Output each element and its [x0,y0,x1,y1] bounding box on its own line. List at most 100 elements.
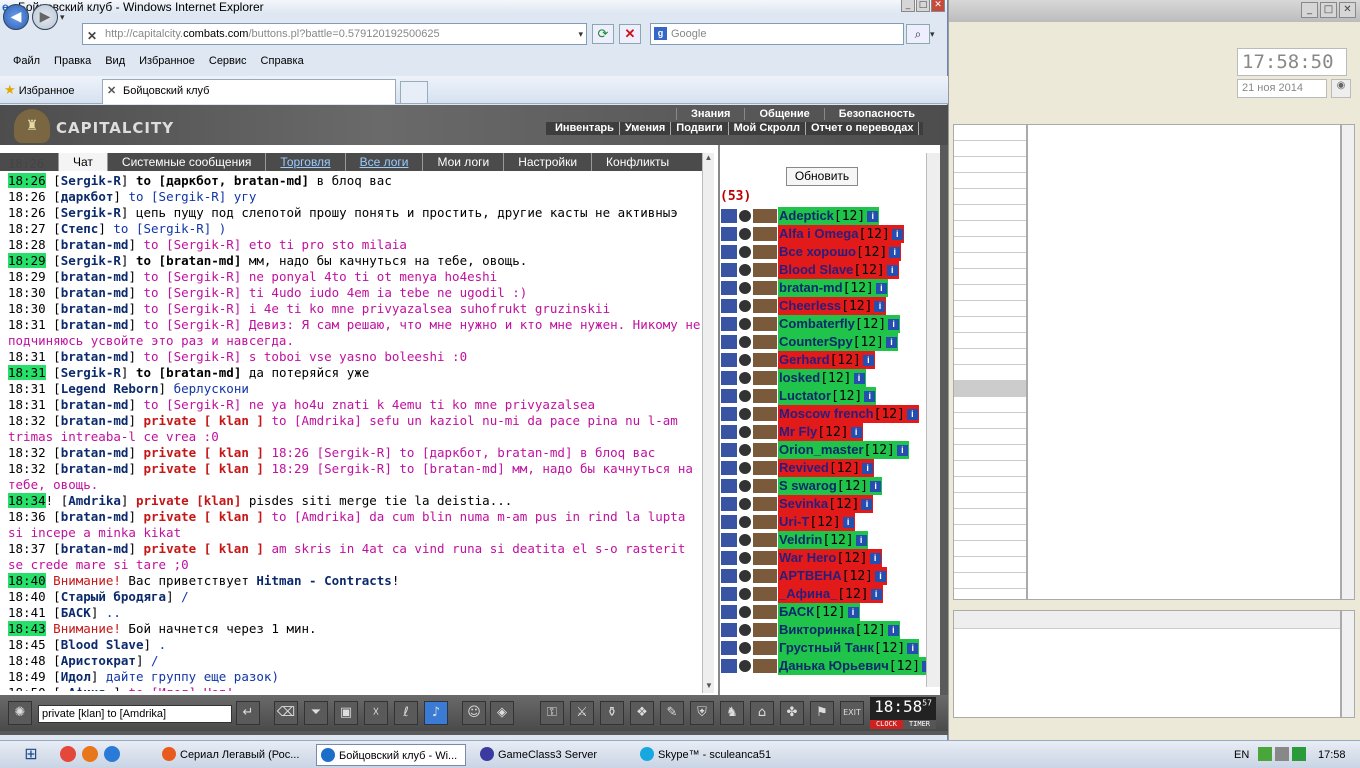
user-info-icon[interactable]: i [850,427,862,438]
user-name[interactable]: _Афина_[12] i [778,585,883,603]
bg-close-button[interactable]: ✕ [1339,2,1356,18]
ie-icon[interactable] [104,746,120,762]
chrome-icon[interactable] [60,746,76,762]
link-inventory[interactable]: Инвентарь [550,122,620,135]
browser-tab[interactable]: ✕ Бойцовский клуб [102,79,396,104]
stop-button[interactable]: ✕ [619,24,641,44]
bg-lower-scrollbar[interactable] [1341,610,1355,718]
flag-icon[interactable]: ⚑ [810,701,834,725]
bg-grid-row[interactable] [954,477,1026,493]
message-nick[interactable]: bratan-md [61,541,129,556]
message-time[interactable]: 18:29 [8,253,46,268]
bg-grid-row[interactable] [954,381,1026,397]
bg-grid-row[interactable] [954,349,1026,365]
chat-tab[interactable]: Системные сообщения [106,153,266,171]
bg-grid-row[interactable] [954,317,1026,333]
bg-grid-row[interactable] [954,189,1026,205]
user-info-icon[interactable]: i [886,265,898,276]
message-nick[interactable]: БАСК [61,605,91,620]
private-message-icon[interactable] [721,515,737,529]
bg-grid-row[interactable] [954,205,1026,221]
bg-date-select[interactable]: 21 ноя 2014 [1237,79,1327,98]
private-message-icon[interactable] [721,209,737,223]
user-name[interactable]: Uri-T[12] i [778,513,855,531]
menu-view[interactable]: Вид [98,52,132,72]
bg-minimize-button[interactable]: _ [1301,2,1318,18]
menu-tools[interactable]: Сервис [202,52,254,72]
user-info-icon[interactable]: i [862,463,874,474]
start-button[interactable]: ⊞ [6,743,56,767]
private-message-icon[interactable] [721,623,737,637]
user-info-icon[interactable]: i [874,571,886,582]
message-time[interactable]: 18:45 [8,637,46,652]
user-name[interactable]: Данька Юрьевич[12]i [778,657,935,675]
user-name[interactable]: Blood Slave[12] i [778,261,899,279]
user-info-icon[interactable]: i [907,643,919,654]
chat-tab[interactable]: Чат [58,153,107,171]
message-time[interactable]: 18:48 [8,653,46,668]
message-time[interactable]: 18:30 [8,285,46,300]
maximize-button[interactable]: □ [916,0,930,12]
message-nick[interactable]: Аристократ [61,653,136,668]
message-nick[interactable]: Sergik-R [61,205,121,220]
link-skills[interactable]: Умения [620,122,672,135]
clan-icon[interactable] [753,587,777,601]
bg-grid-row[interactable] [954,397,1026,413]
chat-tab[interactable]: Все логи [344,153,423,171]
link-communication[interactable]: Общение [744,108,823,120]
user-name[interactable]: Mr Fly[12] i [778,423,863,441]
clan-icon[interactable] [753,533,777,547]
clan-icon[interactable] [753,497,777,511]
clan-icon[interactable] [753,263,777,277]
armor-icon[interactable]: ⛨ [690,701,714,725]
taskbar-item[interactable]: Skype™ - sculeanca51 [636,744,786,766]
ornament-icon[interactable]: ❖ [630,701,654,725]
address-dropdown-icon[interactable]: ▾ [578,24,583,44]
user-info-icon[interactable]: i [853,373,865,384]
exit-button[interactable]: EXIT [840,701,864,725]
user-name[interactable]: Moscow french[12] i [778,405,919,423]
bg-scrollbar[interactable] [1341,124,1355,600]
private-message-icon[interactable] [721,551,737,565]
search-options-dropdown-icon[interactable]: ▾ [930,24,942,44]
search-input[interactable]: g Google [650,23,904,45]
chat-scrollbar[interactable]: ▲ ▼ [702,153,714,693]
user-name[interactable]: CounterSpy[12] i [778,333,898,351]
clan-icon[interactable] [753,245,777,259]
user-info-icon[interactable]: i [867,211,879,222]
clock-tab[interactable]: CLOCK [870,720,903,729]
message-nick[interactable]: bratan-md [61,269,129,284]
user-name[interactable]: Revived[12] i [778,459,875,477]
firefox-icon[interactable] [82,746,98,762]
user-name[interactable]: Грустный Танк[12] i [778,639,920,657]
lock-icon[interactable]: ⚿ [540,701,564,725]
message-nick[interactable]: Степс [61,221,99,236]
private-message-icon[interactable] [721,425,737,439]
clan-icon[interactable] [753,227,777,241]
clan-icon[interactable] [753,659,777,673]
message-time[interactable]: 18:26 [8,189,46,204]
message-nick[interactable]: Legend Reborn [61,381,159,396]
shop-icon[interactable]: ⌂ [750,701,774,725]
message-nick[interactable]: даркбот [61,189,114,204]
clan-icon[interactable] [753,515,777,529]
message-time[interactable]: 18:32 [8,413,46,428]
sound-icon[interactable]: ♪ [424,701,448,725]
user-info-icon[interactable]: i [887,625,899,636]
user-name[interactable]: Orion_master[12] i [778,441,909,459]
user-info-icon[interactable]: i [855,535,867,546]
message-time[interactable]: 18:31 [8,381,46,396]
user-name[interactable]: Cheerless[12] i [778,297,887,315]
clan-icon[interactable] [753,461,777,475]
save-icon[interactable]: ▣ [334,701,358,725]
tray-security-icon[interactable] [1292,747,1306,761]
user-name[interactable]: АРТВЕНА[12] i [778,567,887,585]
bg-grid-row[interactable] [954,301,1026,317]
menu-edit[interactable]: Правка [47,52,98,72]
message-time[interactable]: 18:32 [8,445,46,460]
message-nick[interactable]: bratan-md [61,445,129,460]
user-name[interactable]: БАСК[12] i [778,603,860,621]
filter-icon[interactable]: ⏷ [304,701,328,725]
message-nick[interactable]: _Афина_ [61,685,114,691]
private-message-icon[interactable] [721,461,737,475]
